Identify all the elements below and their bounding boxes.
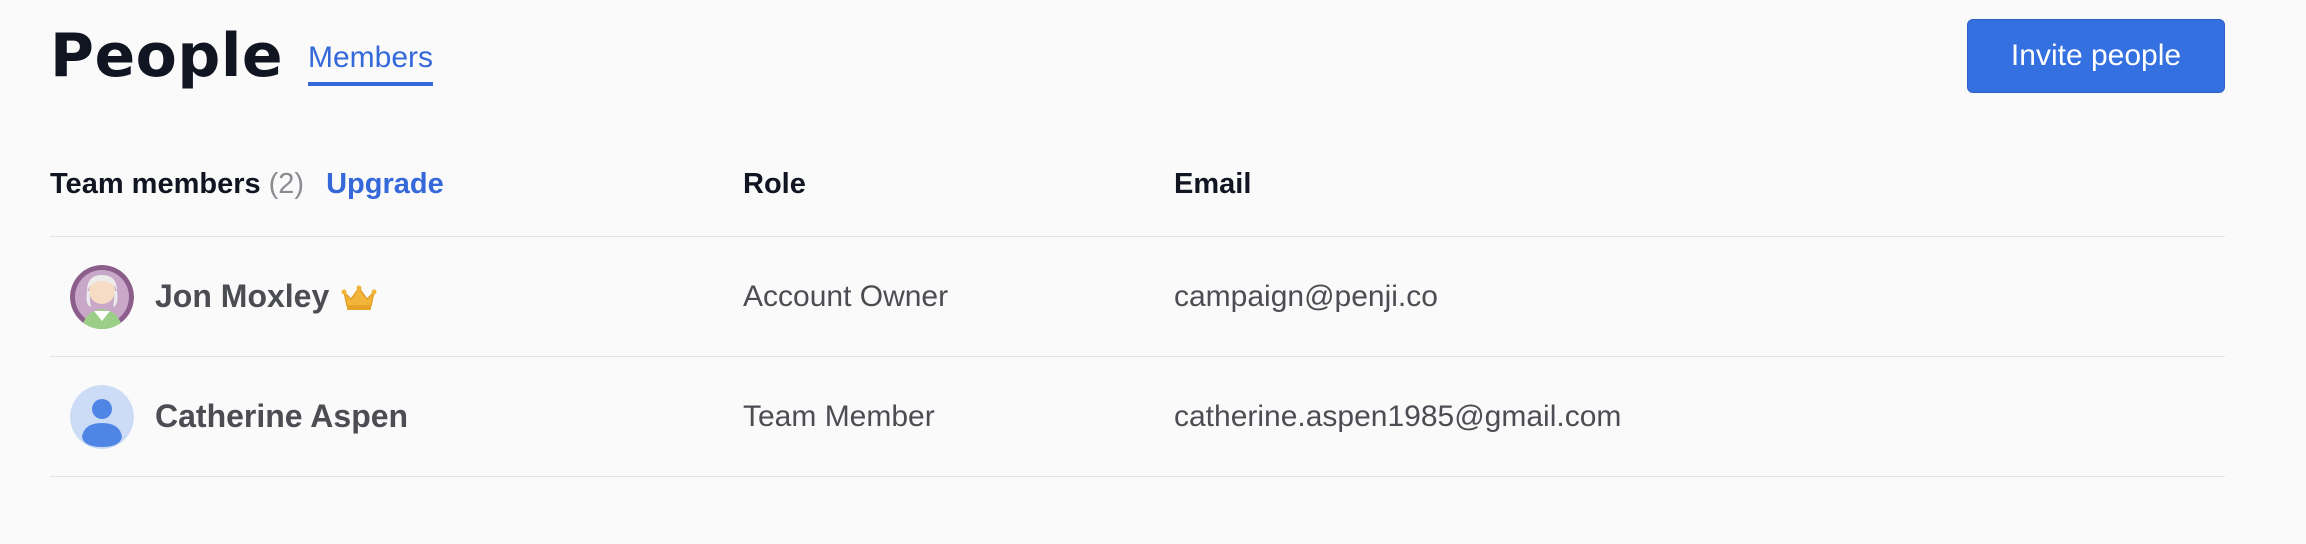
member-email: campaign@penji.co — [1174, 279, 1438, 313]
page-title: People — [50, 21, 284, 91]
member-name-cell: Jon Moxley — [155, 237, 377, 356]
avatar-illustration-icon — [70, 265, 134, 329]
team-members-header: Team members (2) Upgrade — [50, 166, 444, 202]
member-email: catherine.aspen1985@gmail.com — [1174, 399, 1622, 433]
members-table: Team members (2) Upgrade Role Email Jon Mo… — [50, 150, 2225, 477]
member-count: (2) — [268, 168, 305, 200]
team-members-label: Team members — [50, 168, 261, 200]
avatar — [70, 265, 134, 329]
avatar — [70, 385, 134, 449]
invite-people-button[interactable]: Invite people — [1967, 19, 2225, 93]
table-header: Team members (2) Upgrade Role Email — [50, 150, 2225, 237]
crown-icon — [341, 283, 377, 311]
member-name: Catherine Aspen — [155, 398, 409, 434]
role-header: Role — [743, 168, 806, 200]
default-user-icon — [70, 385, 134, 449]
member-role: Account Owner — [743, 279, 949, 313]
member-name-cell: Catherine Aspen — [155, 357, 408, 476]
email-header: Email — [1174, 168, 1252, 200]
table-row[interactable]: Jon Moxley Account Owner campaign@penji.… — [50, 237, 2225, 357]
upgrade-link[interactable]: Upgrade — [326, 168, 444, 200]
tab-members[interactable]: Members — [308, 40, 434, 86]
table-row[interactable]: Catherine Aspen Team Member catherine.as… — [50, 357, 2225, 477]
member-role: Team Member — [743, 399, 935, 433]
member-name: Jon Moxley — [155, 278, 330, 314]
